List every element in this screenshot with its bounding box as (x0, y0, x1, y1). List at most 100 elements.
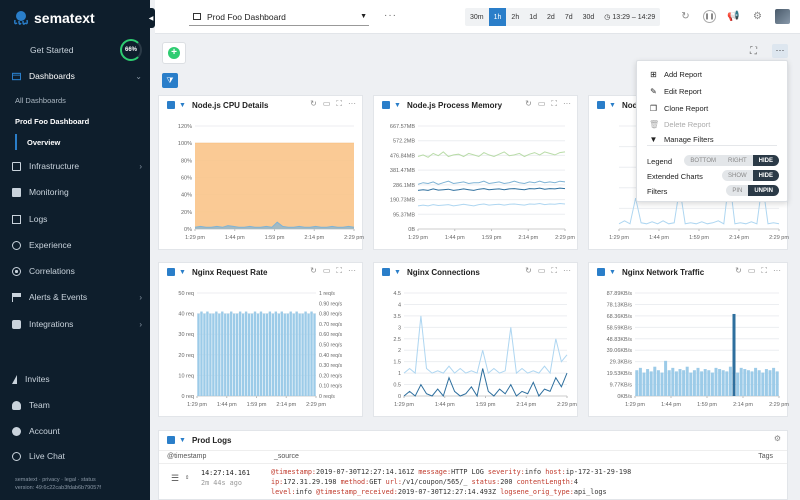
expand-icon[interactable]: ⛶ (336, 99, 342, 109)
add-report-button[interactable]: + (162, 42, 186, 64)
sidebar-item-account[interactable]: Account (0, 421, 150, 441)
time-button-2h[interactable]: 2h (506, 8, 524, 26)
minimize-icon[interactable]: ▭ (538, 99, 546, 109)
menu-clone-report[interactable]: ❐ Clone Report (637, 100, 789, 116)
expand-icon[interactable]: ⛶ (551, 266, 557, 276)
settings-icon[interactable]: ⚙ (774, 434, 781, 443)
time-button-30d[interactable]: 30d (578, 8, 600, 26)
log-field-value[interactable]: 2019-07-30T12:27:14.161Z (316, 468, 418, 476)
log-field-value[interactable]: info (296, 488, 316, 496)
sidebar-item-invites[interactable]: Invites (0, 369, 150, 389)
extended-show-option[interactable]: SHOW (721, 170, 753, 181)
filter-icon[interactable]: ▼ (179, 102, 186, 109)
fullscreen-icon[interactable]: ⛶ (750, 46, 757, 57)
more-options-icon[interactable]: ··· (384, 10, 397, 21)
log-field-value[interactable]: 200 (500, 478, 516, 486)
log-field-value[interactable]: 172.31.29.198 (283, 478, 340, 486)
sidebar-subitem-overview[interactable]: Overview (15, 134, 150, 150)
sidebar-item-monitoring[interactable]: Monitoring (0, 182, 150, 202)
legend-bottom-option[interactable]: BOTTOM (684, 155, 722, 166)
filter-toggle-button[interactable]: ⧩ (162, 73, 178, 88)
refresh-icon[interactable]: ↻ (310, 266, 317, 276)
cpu-chart[interactable]: 0% 20% 40% 60% 80% 100% 120% 1:29 pm 1:44 pm 1:59… (159, 116, 364, 251)
log-field-value[interactable]: HTTP LOG (451, 468, 488, 476)
log-field-value[interactable]: ip-172-31-29-198 (566, 468, 631, 476)
log-row[interactable]: ☰ ⇕ 14:27:14.161 2m 44s ago @timestamp:2… (159, 465, 787, 500)
custom-time-range[interactable]: ◷ 13:29 – 14:29 (599, 8, 660, 26)
legend-right-option[interactable]: RIGHT (721, 155, 753, 166)
more-icon[interactable]: ··· (348, 99, 356, 109)
sidebar-item-live-chat[interactable]: Live Chat (0, 446, 150, 466)
minimize-icon[interactable]: ▭ (323, 266, 331, 276)
sidebar-item-dashboards[interactable]: Dashboards ⌄ (0, 66, 150, 86)
expand-row-icon[interactable]: ⇕ (185, 473, 189, 481)
filter-icon[interactable]: ▼ (394, 269, 401, 276)
filter-icon[interactable]: ▼ (179, 437, 186, 444)
filter-icon[interactable]: ▼ (394, 102, 401, 109)
filter-icon[interactable]: ▼ (609, 269, 616, 276)
minimize-icon[interactable]: ▭ (748, 266, 756, 276)
extended-hide-option[interactable]: HIDE (752, 170, 779, 181)
more-icon[interactable]: ··· (563, 99, 571, 109)
log-field-value[interactable]: 4 (574, 478, 578, 486)
refresh-icon[interactable]: ↻ (310, 99, 317, 109)
refresh-icon[interactable]: ↻ (679, 10, 692, 23)
sidebar-item-experience[interactable]: Experience (0, 235, 150, 255)
log-field-value[interactable]: api_logs (574, 488, 607, 496)
expand-icon[interactable]: ⛶ (336, 266, 342, 276)
sidebar-item-team[interactable]: Team (0, 395, 150, 415)
refresh-icon[interactable]: ↻ (525, 99, 532, 109)
request-rate-chart[interactable]: 0 req 10 req 20 req 30 req 40 req 50 req 0 req… (159, 283, 364, 418)
refresh-icon[interactable]: ↻ (525, 266, 532, 276)
filter-icon[interactable]: ▼ (179, 269, 186, 276)
pause-icon[interactable]: ❚❚ (703, 10, 716, 23)
sidebar-subitem-current-dashboard[interactable]: Prod Foo Dashboard (0, 113, 150, 129)
menu-edit-report[interactable]: ✎ Edit Report (637, 83, 789, 99)
time-button-2d[interactable]: 2d (542, 8, 560, 26)
sidebar-item-infrastructure[interactable]: Infrastructure › (0, 156, 150, 176)
filters-pin-option[interactable]: PIN (726, 185, 749, 196)
sidebar-item-alerts-events[interactable]: Alerts & Events › (0, 287, 150, 307)
column-timestamp[interactable]: @timestamp (167, 453, 206, 460)
expand-icon[interactable]: ⛶ (551, 99, 557, 109)
get-started-link[interactable]: Get Started 66% (0, 36, 150, 64)
sidebar-item-logs[interactable]: Logs (0, 209, 150, 229)
y-tick-label: 0B (408, 227, 415, 233)
menu-icon[interactable]: ☰ (171, 474, 179, 484)
log-field-value[interactable]: GET (369, 478, 385, 486)
sidebar-subitem-all-dashboards[interactable]: All Dashboards (0, 92, 150, 108)
brand-logo[interactable]: sematext (12, 8, 95, 28)
sidebar-item-correlations[interactable]: Correlations (0, 261, 150, 281)
dashboard-selector[interactable]: Prod Foo Dashboard ▼ (189, 8, 369, 26)
column-source[interactable]: _source (274, 453, 299, 460)
network-traffic-chart[interactable]: 0KB/s 9.77KB/s 19.53KB/s 29.3KB/s 39.06KB/s 4… (589, 283, 789, 418)
time-button-1d[interactable]: 1d (524, 8, 542, 26)
minimize-icon[interactable]: ▭ (323, 99, 331, 109)
more-icon[interactable]: ··· (563, 266, 571, 276)
menu-add-report[interactable]: ⊞ Add Report (637, 66, 789, 82)
memory-chart[interactable]: 0B 95.37MB 190.73MB 286.1MB 381.47MB 476.84MB… (374, 116, 579, 251)
more-icon[interactable]: ··· (348, 266, 356, 276)
time-button-7d[interactable]: 7d (560, 8, 578, 26)
dashboard-more-button[interactable]: ··· (772, 44, 788, 58)
megaphone-icon[interactable]: 📢 (727, 10, 740, 23)
time-button-1h[interactable]: 1h (488, 8, 507, 26)
refresh-icon[interactable]: ↻ (735, 266, 742, 276)
connections-chart[interactable]: 0 0.5 1 1.5 2 2.5 3 3.5 4 4.5 1:29 pm 1:44 pm 1:59 p… (374, 283, 579, 418)
sidebar-item-integrations[interactable]: Integrations › (0, 314, 150, 334)
expand-icon[interactable]: ⛶ (761, 266, 767, 276)
footer-links[interactable]: sematext · privacy · legal · status (15, 476, 101, 484)
time-button-30m[interactable]: 30m (465, 8, 489, 26)
log-field-value[interactable]: /v1/coupon/565/_ (402, 478, 472, 486)
minimize-icon[interactable]: ▭ (538, 266, 546, 276)
sidebar-collapse-button[interactable]: ◀ (147, 8, 155, 28)
legend-hide-option[interactable]: HIDE (752, 155, 779, 166)
user-avatar[interactable] (775, 9, 790, 24)
log-field-value[interactable]: info (525, 468, 545, 476)
filter-icon[interactable]: ▼ (609, 102, 616, 109)
log-field-value[interactable]: 2019-07-30T12:27:14.493Z (398, 488, 500, 496)
column-tags[interactable]: Tags (758, 453, 773, 460)
settings-icon[interactable]: ⚙ (751, 10, 764, 23)
more-icon[interactable]: ··· (773, 266, 781, 276)
filters-unpin-option[interactable]: UNPIN (748, 185, 779, 196)
